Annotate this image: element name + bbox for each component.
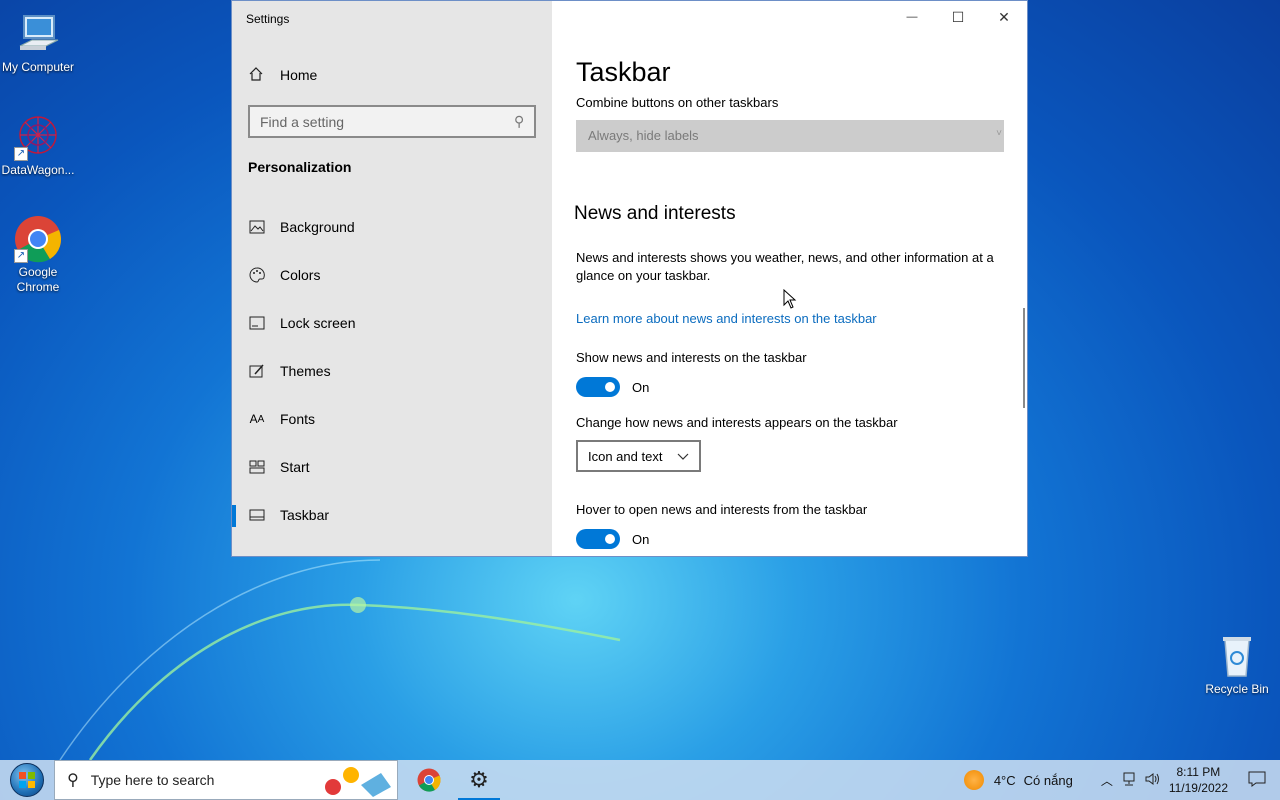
nav-item-colors[interactable]: Colors (232, 251, 552, 299)
close-icon: ✕ (998, 8, 1010, 25)
find-setting-input[interactable] (260, 113, 514, 130)
volume-icon[interactable] (1145, 772, 1161, 789)
find-setting-search[interactable]: ⚲ (248, 105, 536, 138)
search-icon: ⚲ (513, 113, 524, 129)
desktop-icon-label: DataWagon... (1, 163, 75, 177)
weather-temp: 4°C (993, 772, 1016, 788)
clock-date: 11/19/2022 (1168, 781, 1228, 795)
news-section-title: News and interests (574, 203, 736, 224)
learn-more-link[interactable]: Learn more about news and interests on t… (576, 311, 877, 326)
taskbar-search-box[interactable]: ⚲ Type here to search (54, 760, 398, 800)
weather-desc: Có nắng (1023, 772, 1073, 788)
search-icon: ⚲ (67, 772, 79, 789)
taskbar-icon (248, 506, 266, 524)
combine-buttons-value: Always, hide labels (588, 128, 699, 143)
windows-logo-icon (10, 763, 44, 797)
minimize-button[interactable]: — (889, 1, 935, 33)
themes-icon (248, 362, 266, 380)
hover-toggle-row: On (576, 529, 649, 549)
start-icon (248, 458, 266, 476)
chrome-icon: ↗ (14, 215, 62, 263)
minimize-icon: — (906, 11, 918, 23)
settings-window: Settings Home ⚲ Personalization Backgrou… (231, 0, 1028, 557)
hover-label: Hover to open news and interests from th… (576, 502, 868, 517)
desktop-icon-recycle-bin[interactable]: Recycle Bin (1199, 632, 1275, 697)
taskbar-search-placeholder: Type here to search (90, 772, 215, 788)
section-title: Personalization (248, 159, 352, 175)
gear-icon: ⚙ (469, 767, 489, 792)
chevron-down-icon (677, 449, 689, 464)
maximize-icon: ☐ (951, 8, 965, 25)
desktop-icon-label: Recycle Bin (1205, 682, 1269, 696)
datawagon-icon: ↗ (14, 113, 62, 161)
nav-item-themes[interactable]: Themes (232, 347, 552, 395)
close-button[interactable]: ✕ (981, 1, 1027, 33)
nav-home[interactable]: Home (248, 63, 317, 87)
taskbar: ⚲ Type here to search ⚙ 4°C Có nắng ︿ 8:… (0, 760, 1280, 800)
settings-content: — ☐ ✕ Taskbar Combine buttons on other t… (552, 1, 1027, 556)
settings-sidebar: Settings Home ⚲ Personalization Backgrou… (232, 1, 552, 556)
appearance-value: Icon and text (588, 448, 663, 464)
notification-icon[interactable] (1248, 771, 1266, 790)
nav-item-label: Themes (280, 363, 331, 379)
nav-item-start[interactable]: Start (232, 443, 552, 491)
nav-item-label: Start (280, 459, 310, 475)
nav-item-fonts[interactable]: AA Fonts (232, 395, 552, 443)
taskbar-settings-button[interactable]: ⚙ (454, 760, 504, 800)
window-title: Settings (246, 12, 290, 26)
hover-toggle[interactable] (576, 529, 620, 549)
sun-icon (963, 770, 984, 790)
nav-item-label: Taskbar (280, 507, 330, 523)
nav-item-label: Lock screen (280, 315, 356, 331)
show-news-toggle-row: On (576, 377, 649, 397)
weather-widget[interactable]: 4°C Có nắng (963, 770, 1073, 790)
clock-time: 8:11 PM (1176, 765, 1221, 779)
appearance-dropdown[interactable]: Icon and text (576, 440, 701, 472)
search-highlight-icon (325, 767, 391, 797)
fonts-icon: AA (249, 412, 265, 426)
show-news-state: On (632, 379, 650, 395)
personalization-nav: Background Colors Lock screen Themes A A… (232, 203, 552, 539)
nav-item-background[interactable]: Background (232, 203, 552, 251)
palette-icon (248, 266, 266, 284)
nav-item-label: Fonts (280, 411, 316, 427)
window-controls: — ☐ ✕ (889, 1, 1027, 33)
desktop-icon-label: Google Chrome (16, 265, 60, 294)
combine-buttons-label: Combine buttons on other taskbars (576, 95, 779, 110)
appearance-label: Change how news and interests appears on… (576, 415, 898, 430)
desktop-icon-google-chrome[interactable]: ↗ Google Chrome (0, 215, 76, 295)
lock-screen-icon (248, 314, 266, 332)
nav-home-label: Home (280, 67, 318, 83)
mouse-cursor-icon (783, 289, 797, 309)
taskbar-chrome-button[interactable] (404, 760, 454, 800)
desktop-icon-my-computer[interactable]: My Computer (0, 10, 76, 75)
clock[interactable]: 8:11 PM 11/19/2022 (1169, 764, 1228, 796)
computer-icon (14, 10, 62, 58)
combine-buttons-select: Always, hide labels ˅ (576, 120, 1004, 152)
shortcut-arrow-icon: ↗ (14, 249, 28, 263)
chevron-up-icon[interactable]: ︿ (1101, 772, 1113, 789)
shortcut-arrow-icon: ↗ (14, 147, 28, 161)
system-tray: 4°C Có nắng ︿ 8:11 PM 11/19/2022 (963, 760, 1280, 800)
recycle-bin-icon (1213, 632, 1261, 680)
hover-state: On (632, 531, 650, 547)
chrome-icon (417, 768, 441, 792)
nav-item-label: Background (280, 219, 355, 235)
start-button[interactable] (0, 760, 54, 800)
desktop-icon-label: My Computer (1, 60, 75, 74)
home-icon (248, 66, 266, 85)
news-description: News and interests shows you weather, ne… (576, 250, 994, 283)
maximize-button[interactable]: ☐ (935, 1, 981, 33)
nav-item-taskbar[interactable]: Taskbar (232, 491, 552, 539)
desktop-icon-datawagon[interactable]: ↗ DataWagon... (0, 113, 76, 178)
show-news-toggle[interactable] (576, 377, 620, 397)
page-title: Taskbar (576, 57, 671, 87)
show-news-label: Show news and interests on the taskbar (576, 350, 807, 365)
content-scrollbar[interactable] (1023, 308, 1025, 408)
nav-item-label: Colors (280, 267, 321, 283)
network-icon[interactable] (1121, 772, 1137, 789)
chevron-down-icon: ˅ (996, 128, 1002, 139)
image-icon (248, 218, 266, 236)
nav-item-lock-screen[interactable]: Lock screen (232, 299, 552, 347)
